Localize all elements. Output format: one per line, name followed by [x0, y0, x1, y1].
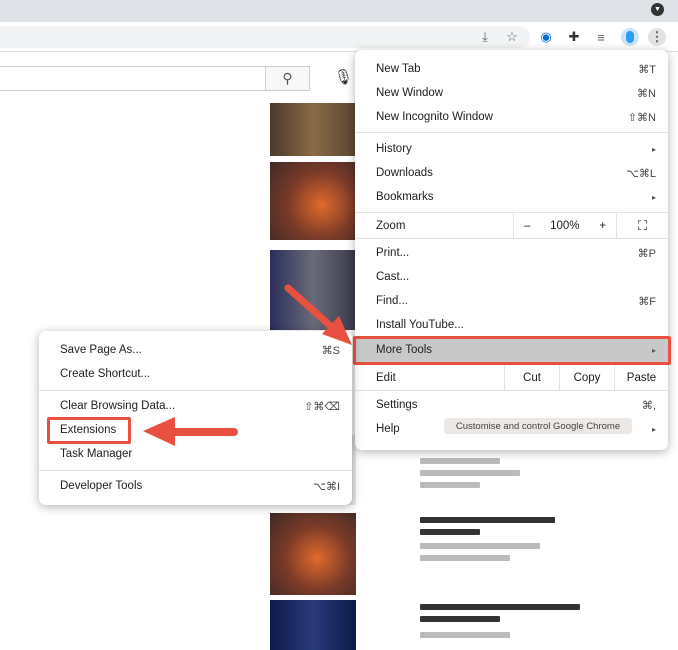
annotation-arrows	[143, 284, 352, 446]
arrow-to-extensions	[143, 417, 238, 446]
arrow-to-more-tools	[284, 284, 352, 345]
